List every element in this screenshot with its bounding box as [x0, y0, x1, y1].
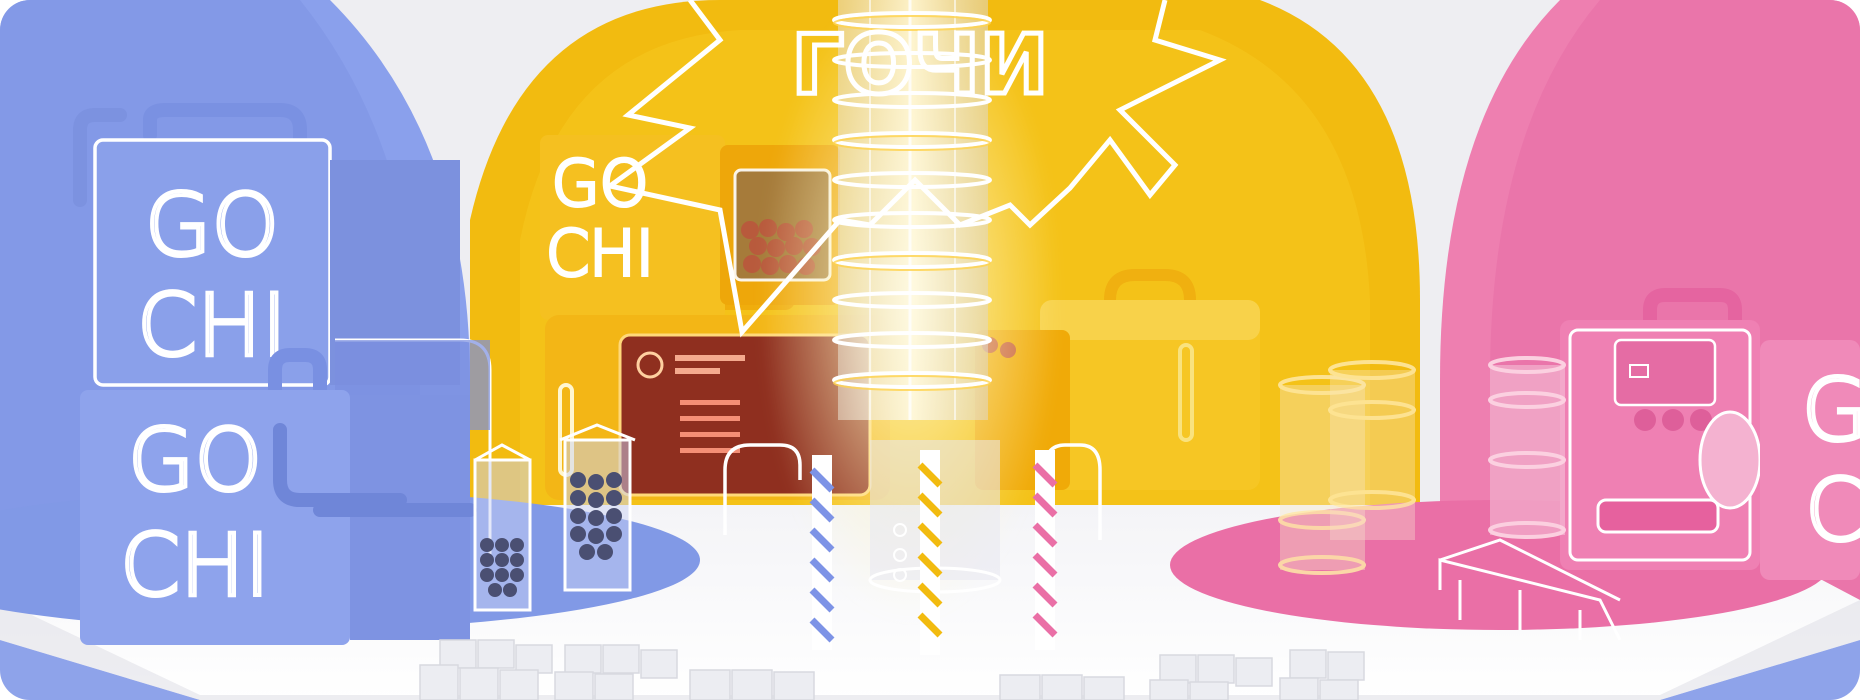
pink-kiosk-g: G [1802, 361, 1860, 461]
ball-dispenser-right [559, 423, 636, 592]
back-stall-chi-text: CHI [546, 217, 654, 290]
scene-illustration: GO CHI GO CHI GO CHI G C ГОЧИ [0, 0, 1860, 700]
gochi-3d-scene: GO CHI GO CHI GO CHI G C ГОЧИ [0, 0, 1860, 700]
back-stall-go-text: GO [552, 147, 649, 220]
blue-cube-top-chi: CHI [137, 276, 287, 376]
ball-dispenser-left [473, 443, 532, 612]
blue-cube-top-go: GO [145, 176, 279, 276]
blue-cube-bottom-chi: CHI [120, 516, 270, 616]
pink-kiosk-c: C [1805, 461, 1860, 561]
blue-cube-bottom-go: GO [128, 411, 262, 511]
speech-bubble-text: ГОЧИ [792, 18, 1049, 113]
